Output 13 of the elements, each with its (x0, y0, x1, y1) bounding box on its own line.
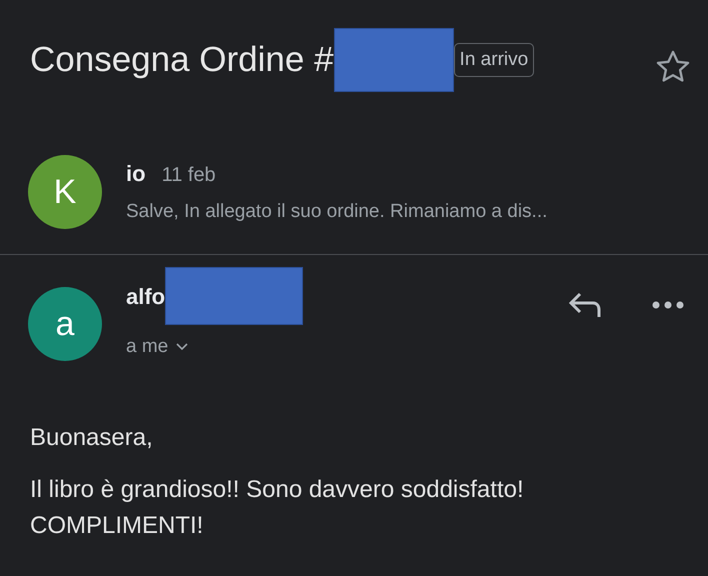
sender-name: alfo (126, 282, 166, 310)
subject-title: Consegna Ordine # (30, 38, 334, 81)
avatar: K (28, 155, 102, 229)
avatar: a (28, 287, 102, 362)
label-chip[interactable]: In arrivo (454, 42, 534, 78)
body-paragraph: Buonasera, (30, 422, 154, 452)
more-icon[interactable] (652, 301, 684, 309)
message-snippet: Salve, In allegato il suo ordine. Rimaniamo a dis... (126, 200, 548, 224)
chevron-icon (176, 343, 188, 352)
sender-name: io (126, 160, 146, 188)
message-date: 11 feb (162, 163, 216, 188)
body-paragraph: Il libro è grandioso!! Sono davvero soddisfatto! COMPLIMENTI! (30, 474, 525, 540)
recipient-toggle[interactable]: a me (126, 333, 304, 362)
